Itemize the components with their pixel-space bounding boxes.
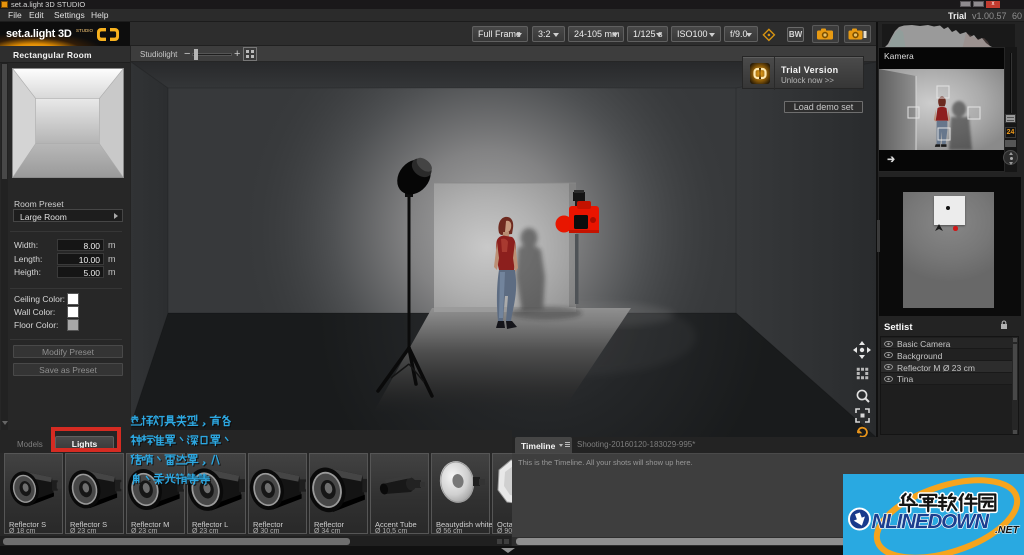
- svg-text:NLINEDOWN: NLINEDOWN: [872, 510, 991, 533]
- svg-text:.NET: .NET: [995, 524, 1021, 536]
